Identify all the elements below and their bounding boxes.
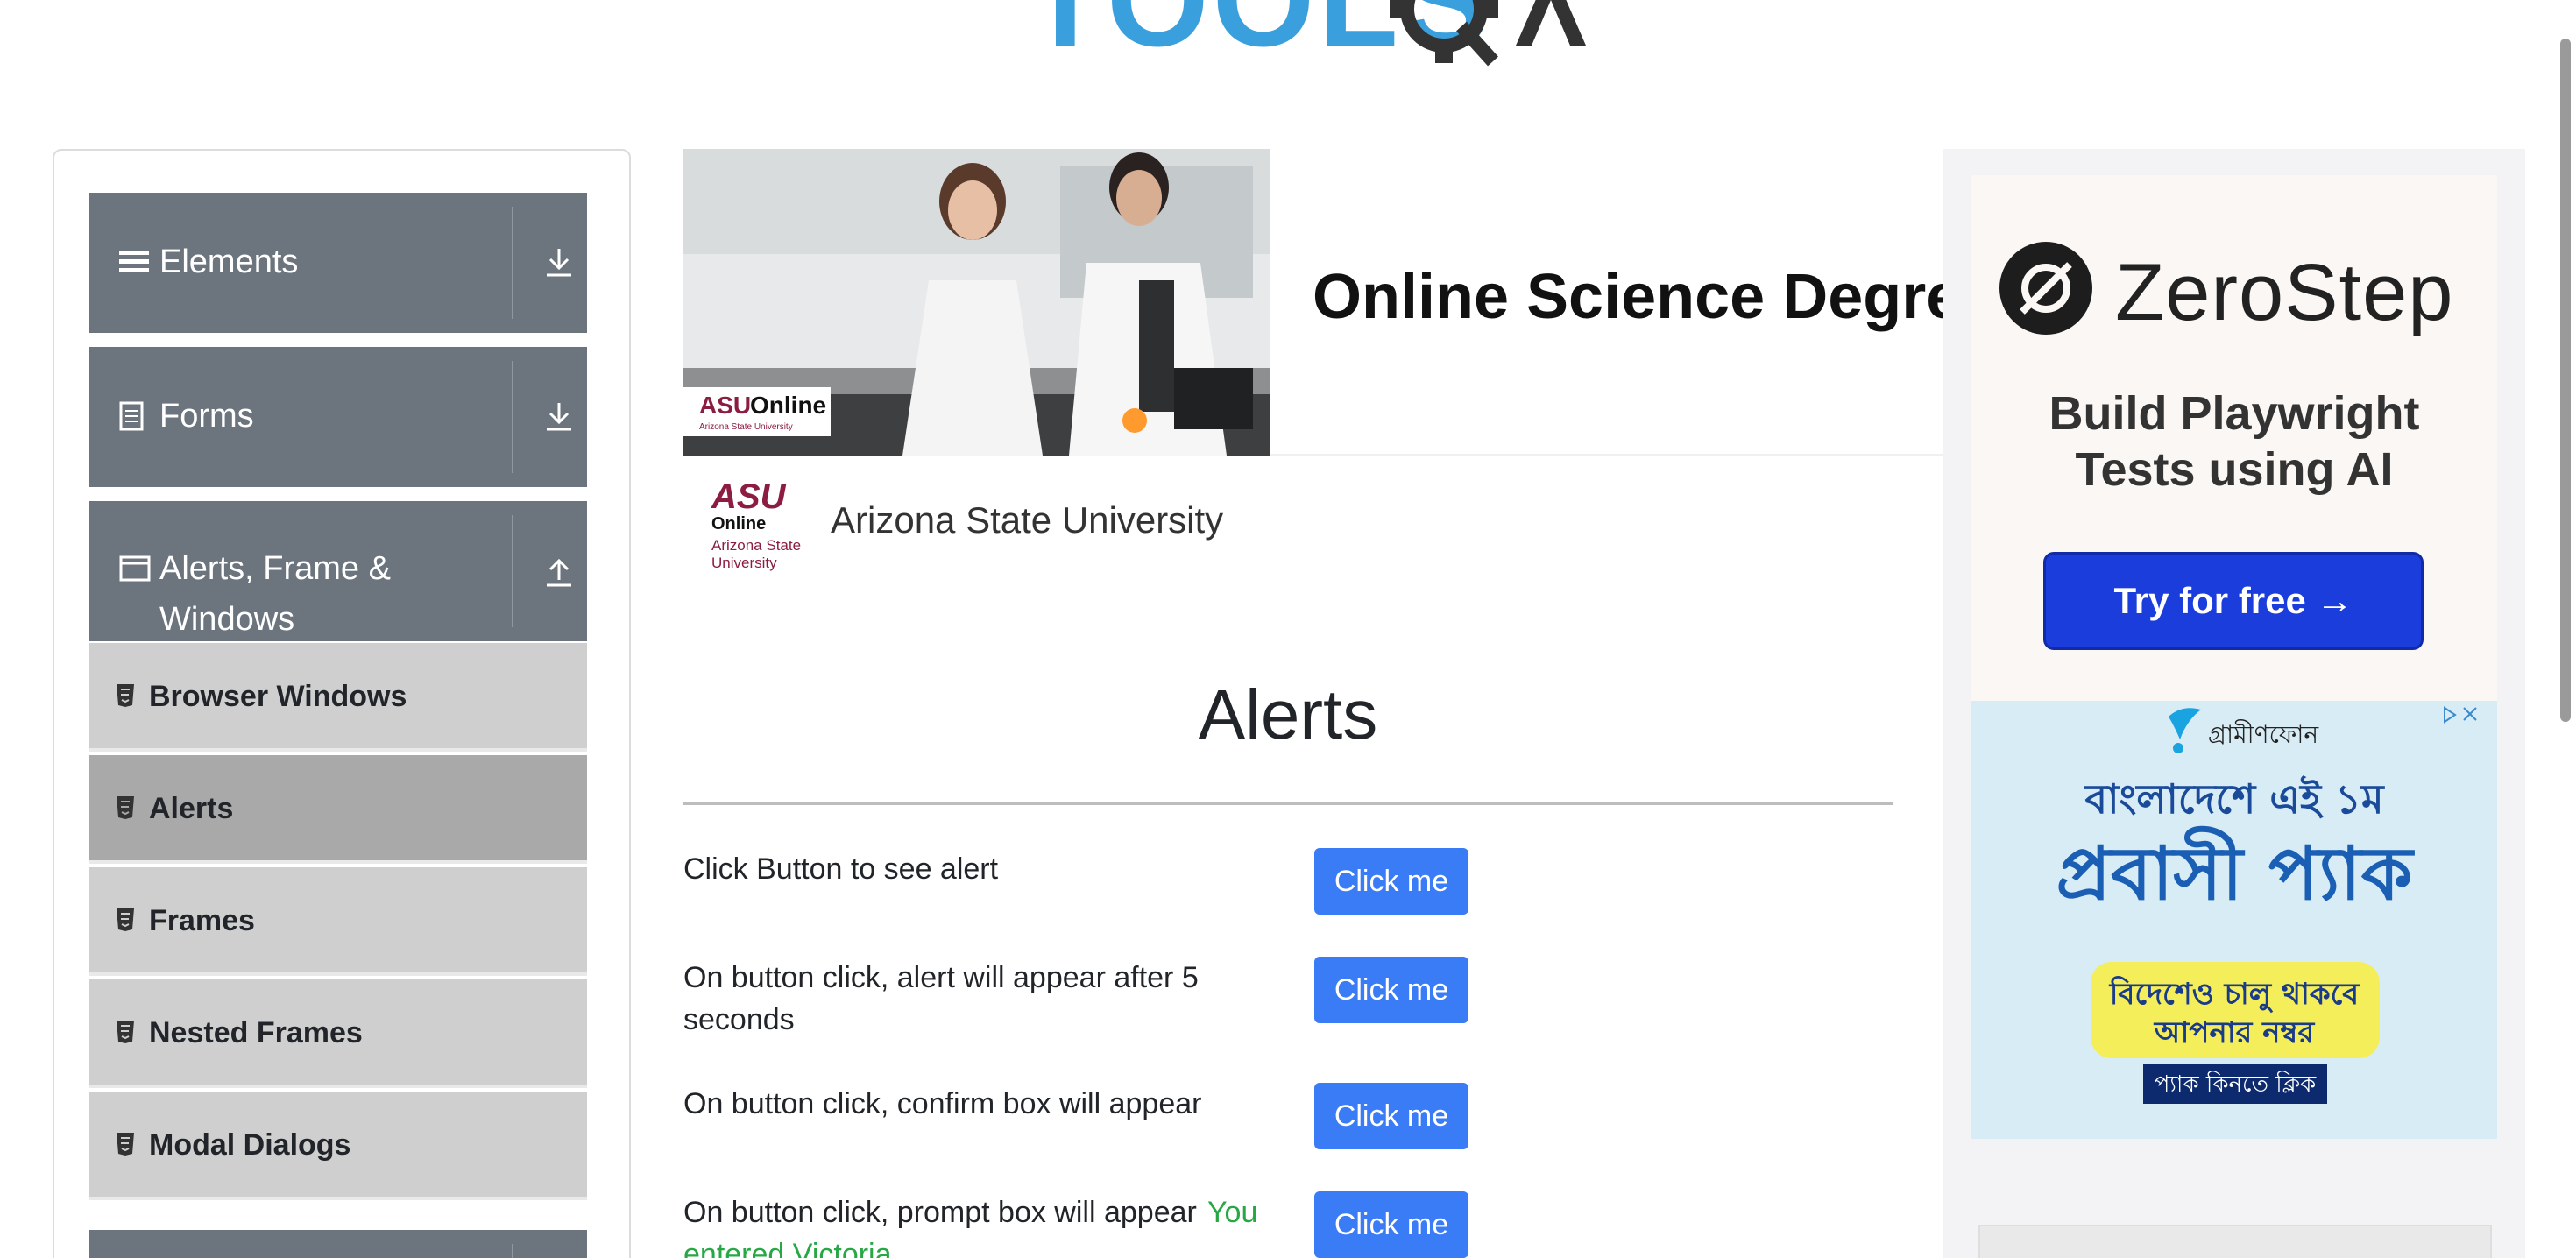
sidebar-item-browser-windows[interactable]: Browser Windows [89,643,587,752]
html5-icon [117,796,134,819]
sidebar-group-alerts-frame-windows[interactable]: Alerts, Frame & Windows [89,501,587,641]
ad-placeholder [1978,1225,2492,1258]
divider [683,802,1893,805]
asu-logo[interactable]: ASU Online Arizona State University [708,478,804,575]
zerostep-tagline-line2: Tests using AI [2075,443,2394,496]
sidebar-item-label: Alerts [149,792,234,825]
gp-line4: আপনার নম্বর [2154,1015,2316,1050]
sidebar-group-next[interactable] [89,1230,587,1258]
scrollbar[interactable] [2560,39,2571,722]
sidebar-item-label: Browser Windows [149,680,407,713]
sidebar-item-alerts[interactable]: Alerts [89,755,587,864]
svg-text:Online: Online [750,392,826,419]
sidebar-item-nested-frames[interactable]: Nested Frames [89,979,587,1088]
sidebar-item-label: Nested Frames [149,1016,363,1050]
page-title: Alerts [1198,675,1378,753]
html5-icon [117,1133,134,1156]
zerostep-tagline-line1: Build Playwright [2049,387,2420,440]
ad-banner-image[interactable]: ASU Online Arizona State University [683,149,1270,456]
zerostep-brand: ZeroStep [2115,248,2454,337]
divider [1270,454,1945,456]
toolsqa-logo[interactable]: TOOLS [1025,0,1586,96]
prompt-result: You [1207,1196,1258,1229]
ad-title[interactable]: Online Science Degree [1313,261,1996,333]
list-icon [119,251,149,272]
sidebar-item-frames[interactable]: Frames [89,867,587,976]
sidebar-group-label-line1: Alerts, Frame & [159,550,391,587]
asu-logo-line3: University [711,555,777,571]
gp-cta[interactable]: প্যাক কিনতে ক্লিক [2155,1071,2317,1098]
ad-choices-icon[interactable] [2444,706,2477,724]
try-free-button[interactable]: Try for free → [2043,552,2424,650]
logo-a-shape [1516,0,1586,46]
asu-logo-line2: Arizona State [711,537,801,554]
sidebar-group-label-line2: Windows [159,601,295,638]
ad-badge-text: ASU [699,392,751,419]
sidebar-group-label: Elements [159,244,299,280]
alert-button[interactable]: Click me [1314,848,1468,915]
html5-icon [117,684,134,707]
zerostep-logo-icon [1999,242,2092,335]
sidebar-item-label: Modal Dialogs [149,1128,351,1162]
confirm-row-label: On button click, confirm box will appear [683,1087,1202,1120]
sidebar-group-elements[interactable]: Elements [89,193,587,333]
gp-logo-icon [2169,708,2201,753]
sidebar-item-label: Frames [149,904,255,937]
sidebar-group-forms[interactable]: Forms [89,347,587,487]
asu-logo-line1: Online [711,514,766,534]
gp-line2: প্রবাসী প্যাক [2056,825,2415,916]
gp-brand: গ্রামীণফোন [2208,719,2319,749]
divider [512,207,513,319]
ad-advertiser-name[interactable]: Arizona State University [831,499,1223,541]
sidebar-group-label: Forms [159,398,254,435]
upload-icon[interactable] [541,554,577,589]
confirm-button[interactable]: Click me [1314,1083,1468,1149]
divider [512,361,513,473]
prompt-button[interactable]: Click me [1314,1191,1468,1258]
gp-line1: বাংলাদেশে এই ১ম [2083,775,2385,823]
window-icon [119,555,151,582]
download-icon[interactable] [541,245,577,280]
prompt-row-label: On button click, prompt box will appear [683,1196,1197,1229]
timer-alert-button[interactable]: Click me [1314,957,1468,1023]
svg-text:ASU: ASU [711,478,787,516]
html5-icon [117,908,134,931]
gp-line3: বিদেশেও চালু থাকবে [2109,976,2360,1013]
grameenphone-ad[interactable]: গ্রামীণফোন বাংলাদেশে এই ১ম প্রবাসী প্যাক… [1971,701,2497,1139]
page: TOOLS Elements Forms Alerts, Frame & Win… [0,0,2576,1258]
svg-text:Arizona State University: Arizona State University [699,422,793,432]
divider [512,1244,513,1258]
zerostep-tagline: Build Playwright Tests using AI [1971,385,2497,498]
form-icon [119,401,144,431]
prompt-result: entered Victoria [683,1238,892,1258]
alert-row-label: Click Button to see alert [683,852,999,886]
timer-alert-row-label: On button click, alert will appear after… [683,961,1199,1036]
html5-icon [117,1021,134,1043]
download-icon[interactable] [541,399,577,435]
sidebar-item-modal-dialogs[interactable]: Modal Dialogs [89,1092,587,1200]
divider [512,515,513,627]
